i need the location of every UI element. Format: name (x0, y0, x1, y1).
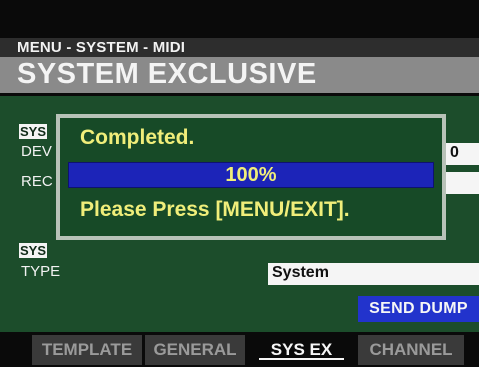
dialog-status-text: Completed. (80, 126, 195, 149)
progress-percent: 100% (225, 164, 277, 186)
section-label-sysex: SYS (19, 124, 48, 139)
send-dump-button[interactable]: SEND DUMP (358, 296, 479, 322)
device-id-value[interactable]: 0 (446, 143, 479, 165)
tab-sys-ex[interactable]: SYS EX (249, 335, 354, 365)
breadcrumb: MENU - SYSTEM - MIDI (17, 39, 186, 56)
receive-value[interactable] (446, 172, 479, 194)
type-select[interactable]: System (268, 263, 479, 285)
tab-sys-ex-label: SYS EX (270, 340, 333, 359)
tab-template[interactable]: TEMPLATE (32, 335, 142, 365)
progress-bar: 100% (68, 162, 434, 188)
active-tab-underline (259, 358, 344, 360)
device-id-label: DEV (21, 143, 52, 160)
tab-general[interactable]: GENERAL (145, 335, 245, 365)
type-label: TYPE (21, 263, 61, 280)
tab-channel[interactable]: CHANNEL (358, 335, 464, 365)
dialog-instruction: Please Press [MENU/EXIT]. (80, 198, 350, 221)
section-label-sysex-dump: SYS (19, 243, 48, 258)
receive-label: REC (21, 173, 53, 190)
page-title: SYSTEM EXCLUSIVE (17, 58, 317, 90)
display-screen: MENU - SYSTEM - MIDI SYSTEM EXCLUSIVE SY… (0, 0, 479, 367)
dump-complete-dialog: Completed. 100% Please Press [MENU/EXIT]… (56, 114, 446, 240)
